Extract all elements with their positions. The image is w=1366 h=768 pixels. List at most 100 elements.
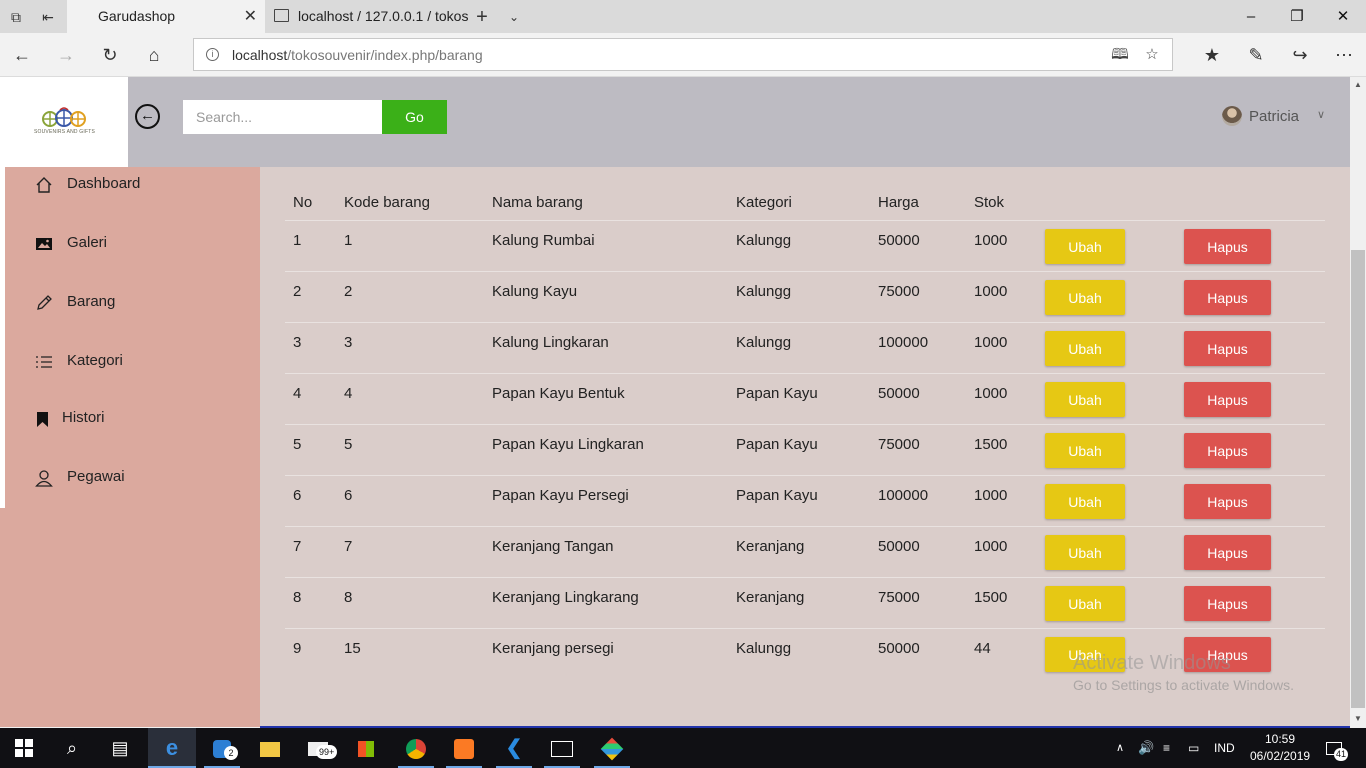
cell-kode: 1 [344,232,353,249]
cell-harga: 100000 [878,334,929,351]
info-icon[interactable]: i [206,48,219,61]
vscode-icon[interactable]: ❮ [490,728,538,768]
delete-button[interactable]: Hapus [1184,535,1271,570]
row-divider [285,220,1325,221]
edit-button[interactable]: Ubah [1045,280,1125,315]
scroll-up-icon[interactable]: ▲ [1350,78,1366,92]
close-window-button[interactable]: ✕ [1320,0,1366,33]
instagram-badge: 2 [224,746,238,760]
back-arrow-icon[interactable]: ← [10,43,34,67]
cell-kategori: Papan Kayu [736,385,818,402]
network-icon[interactable]: ≡ [1163,728,1170,768]
reading-view-icon[interactable]: 🕮 [1110,45,1130,65]
edit-button[interactable]: Ubah [1045,586,1125,621]
xampp-icon[interactable] [440,728,488,768]
battery-icon[interactable]: ▭ [1188,728,1199,768]
cell-no: 1 [293,232,302,249]
chrome-icon[interactable] [392,728,440,768]
notification-center-icon[interactable]: 41 [1326,728,1349,768]
minimize-button[interactable]: – [1228,0,1274,33]
scrollbar-thumb[interactable] [1351,250,1365,708]
share-icon[interactable]: ↪ [1288,43,1312,67]
delete-button[interactable]: Hapus [1184,280,1271,315]
url-field[interactable]: i localhost/tokosouvenir/index.php/baran… [193,38,1173,71]
row-divider [285,628,1325,629]
go-button[interactable]: Go [382,100,447,134]
more-options-icon[interactable]: ⋯ [1332,43,1356,67]
tab-title: localhost / 127.0.0.1 / tokos [298,8,469,24]
tab-title: Garudashop [98,8,176,24]
sidebar-edge [0,167,5,508]
start-windows-icon[interactable] [0,728,48,768]
instagram-icon[interactable]: 2 [198,728,246,768]
pen-notes-icon[interactable]: ✎ [1244,43,1268,67]
volume-icon[interactable]: 🔊 [1138,728,1154,768]
language-indicator[interactable]: IND [1214,728,1235,768]
cell-harga: 50000 [878,640,920,657]
cell-harga: 100000 [878,487,929,504]
cell-kategori: Kalungg [736,232,792,249]
edit-button[interactable]: Ubah [1045,229,1125,264]
delete-button[interactable]: Hapus [1184,433,1271,468]
cell-kode: 4 [344,385,353,402]
store-icon[interactable] [342,728,390,768]
cell-nama: Keranjang persegi [492,640,614,657]
delete-button[interactable]: Hapus [1184,382,1271,417]
delete-button[interactable]: Hapus [1184,586,1271,621]
clock[interactable]: 10:59 06/02/2019 [1250,731,1310,765]
cell-kategori: Kalungg [736,283,792,300]
search-icon[interactable]: ⌕ [48,728,96,768]
maximize-button[interactable]: ❐ [1274,0,1320,33]
forward-arrow-icon[interactable]: → [54,43,78,67]
cell-kode: 6 [344,487,353,504]
delete-button[interactable]: Hapus [1184,229,1271,264]
task-view-icon[interactable]: ▤ [96,728,144,768]
cell-no: 6 [293,487,302,504]
cell-kategori: Kalungg [736,640,792,657]
logo[interactable]: SOUVENIRS AND GIFTS [0,77,128,167]
edit-button[interactable]: Ubah [1045,535,1125,570]
edit-button[interactable]: Ubah [1045,331,1125,366]
scroll-down-icon[interactable]: ▼ [1350,712,1366,726]
column-header-kode: Kode barang [344,194,430,211]
git-icon[interactable] [588,728,636,768]
cell-nama: Kalung Rumbai [492,232,595,249]
favorites-hub-icon[interactable]: ★ [1200,43,1224,67]
sidebar-item-label: Kategori [67,352,123,369]
edit-button[interactable]: Ubah [1045,433,1125,468]
cell-nama: Papan Kayu Lingkaran [492,436,644,453]
activate-windows-title: Activate Windows [1073,652,1231,674]
edge-browser-icon[interactable]: e [148,728,196,768]
delete-button[interactable]: Hapus [1184,484,1271,519]
address-bar-row: ← → ↻ ⌂ i localhost/tokosouvenir/index.p… [0,33,1366,77]
sidebar-toggle-back-icon[interactable]: ← [135,104,160,129]
url-text: localhost/tokosouvenir/index.php/barang [232,47,483,63]
avatar [1222,106,1242,126]
photos-icon[interactable] [538,728,586,768]
close-tab-icon[interactable]: ✕ [244,0,257,33]
row-divider [285,526,1325,527]
tab-preview-icon[interactable]: ⇤ [37,6,59,28]
edit-button[interactable]: Ubah [1045,382,1125,417]
edit-button[interactable]: Ubah [1045,484,1125,519]
tab-phpmyadmin[interactable]: localhost / 127.0.0.1 / tokos [266,0,470,33]
user-name: Patricia [1249,108,1300,125]
cell-kategori: Keranjang [736,538,805,555]
tray-overflow-icon[interactable]: ∧ [1116,728,1124,768]
notification-badge: 41 [1334,748,1349,761]
refresh-icon[interactable]: ↻ [98,43,122,67]
chevron-down-icon[interactable]: ⌄ [503,6,525,28]
cell-no: 7 [293,538,302,555]
delete-button[interactable]: Hapus [1184,331,1271,366]
row-divider [285,577,1325,578]
tab-set-aside-icon[interactable]: ⧉ [5,6,27,28]
cell-no: 2 [293,283,302,300]
file-explorer-icon[interactable] [246,728,294,768]
home-icon[interactable]: ⌂ [142,43,166,67]
mail-icon[interactable]: 99+ [294,728,342,768]
new-tab-icon[interactable]: + [471,6,493,28]
cell-nama: Keranjang Lingkarang [492,589,639,606]
favorite-star-icon[interactable]: ☆ [1142,45,1162,65]
search-input[interactable] [183,100,382,134]
tab-garudashop[interactable]: Garudashop ✕ [67,0,265,33]
